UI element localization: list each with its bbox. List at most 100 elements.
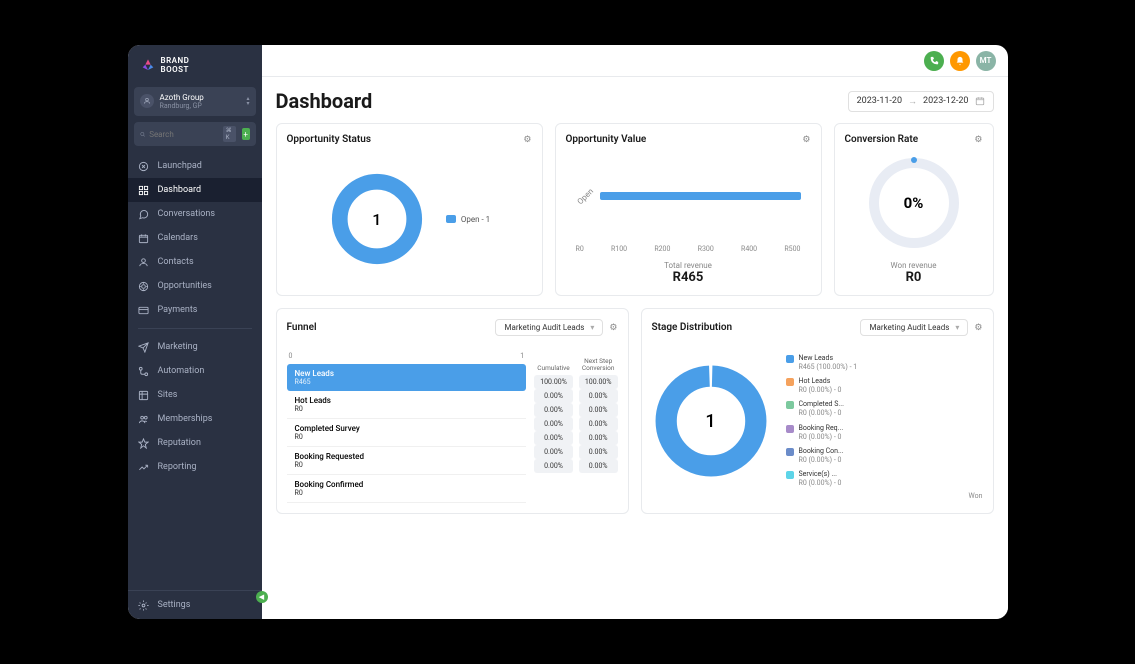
- nav-label: Reputation: [158, 438, 201, 448]
- legend-swatch: [786, 425, 794, 433]
- nav-item-launchpad[interactable]: Launchpad: [128, 154, 262, 178]
- card-title: Funnel: [287, 322, 317, 333]
- org-switcher[interactable]: Azoth Group Randburg, GP ▴▾: [134, 87, 256, 117]
- user-avatar[interactable]: MT: [976, 51, 996, 71]
- funnel-stage[interactable]: Booking RequestedR0: [287, 447, 527, 475]
- nav-item-contacts[interactable]: Contacts: [128, 250, 262, 274]
- grid-icon: [138, 184, 150, 196]
- stage-name: Booking Confirmed: [295, 480, 519, 489]
- chevron-down-icon: ▾: [955, 323, 959, 332]
- nav-item-memberships[interactable]: Memberships: [128, 407, 262, 431]
- footer-label: Won revenue: [845, 261, 983, 270]
- axis-tick: R300: [698, 245, 714, 253]
- nav-item-reputation[interactable]: Reputation: [128, 431, 262, 455]
- brand-logo[interactable]: BRANDBOOST: [128, 45, 262, 87]
- search-bar[interactable]: ⌘ K +: [134, 122, 256, 146]
- nav-item-conversations[interactable]: Conversations: [128, 202, 262, 226]
- stage-value: R0: [295, 461, 519, 469]
- nav-label: Reporting: [158, 462, 197, 472]
- nav-label: Conversations: [158, 209, 216, 219]
- nextstep-cell: 0.00%: [579, 389, 618, 403]
- legend-swatch: [786, 401, 794, 409]
- legend-swatch: [446, 215, 456, 223]
- nav-item-dashboard[interactable]: Dashboard: [128, 178, 262, 202]
- axis-tick: R200: [654, 245, 670, 253]
- nav-item-calendars[interactable]: Calendars: [128, 226, 262, 250]
- scale-min: 0: [289, 352, 293, 360]
- stage-name: Completed Survey: [295, 424, 519, 433]
- cumulative-cell: 0.00%: [534, 445, 573, 459]
- stage-distribution-card: Stage Distribution Marketing Audit Leads…: [641, 308, 994, 514]
- funnel-stage[interactable]: Hot LeadsR0: [287, 391, 527, 419]
- nav-item-reporting[interactable]: Reporting: [128, 455, 262, 479]
- sidebar: BRANDBOOST Azoth Group Randburg, GP ▴▾ ⌘…: [128, 45, 262, 619]
- legend-swatch: [786, 378, 794, 386]
- bar-track: [600, 192, 800, 200]
- legend-name: Service(s) ...: [799, 470, 842, 479]
- nav-label: Memberships: [158, 414, 213, 424]
- main: MT Dashboard 2023-11-20 → 2023-12-20 Opp…: [262, 45, 1008, 619]
- nextstep-cell: 0.00%: [579, 403, 618, 417]
- nav-item-automation[interactable]: Automation: [128, 359, 262, 383]
- search-icon: [140, 130, 146, 139]
- opportunity-value-bar: Open: [566, 153, 811, 239]
- page-header: Dashboard 2023-11-20 → 2023-12-20: [276, 89, 994, 113]
- gear-icon: [138, 599, 150, 611]
- nav-item-sites[interactable]: Sites: [128, 383, 262, 407]
- card-title: Opportunity Value: [566, 134, 647, 145]
- col-head-nextstep: Next Step Conversion: [579, 352, 618, 372]
- legend-sub: R0 (0.00%) - 0: [799, 456, 844, 465]
- won-label: Won: [652, 492, 983, 500]
- funnel-stage[interactable]: New LeadsR465: [287, 364, 527, 391]
- funnel-stage[interactable]: Completed SurveyR0: [287, 419, 527, 447]
- legend-swatch: [786, 448, 794, 456]
- nav-item-payments[interactable]: Payments: [128, 298, 262, 322]
- bar-axis: R0R100R200R300R400R500: [566, 239, 811, 253]
- search-input[interactable]: [149, 130, 219, 139]
- stage-value: R0: [295, 433, 519, 441]
- legend-name: New Leads: [799, 354, 858, 363]
- detail-row: Funnel Marketing Audit Leads ▾ ⚙: [276, 308, 994, 514]
- stage-name: New Leads: [295, 369, 519, 378]
- nextstep-cell: 0.00%: [579, 445, 618, 459]
- settings-link[interactable]: Settings: [128, 590, 262, 619]
- notifications-button[interactable]: [950, 51, 970, 71]
- card-options-icon[interactable]: ⚙: [609, 323, 617, 333]
- nav-item-opportunities[interactable]: Opportunities: [128, 274, 262, 298]
- stage-value: R0: [295, 489, 519, 497]
- card-options-icon[interactable]: ⚙: [974, 135, 982, 145]
- nextstep-cell: 0.00%: [579, 431, 618, 445]
- chevron-updown-icon: ▴▾: [246, 96, 249, 106]
- card-options-icon[interactable]: ⚙: [974, 323, 982, 333]
- legend-sub: R0 (0.00%) - 0: [799, 409, 844, 418]
- cumulative-cell: 0.00%: [534, 459, 573, 473]
- stage-dropdown[interactable]: Marketing Audit Leads ▾: [860, 319, 968, 336]
- org-name: Azoth Group: [160, 93, 204, 103]
- axis-tick: R400: [741, 245, 757, 253]
- chevron-down-icon: ▾: [590, 323, 594, 332]
- add-button[interactable]: +: [242, 128, 250, 140]
- card-options-icon[interactable]: ⚙: [802, 135, 810, 145]
- axis-tick: R100: [611, 245, 627, 253]
- donut-value: 1: [328, 170, 426, 268]
- card-icon: [138, 304, 150, 316]
- date-range-picker[interactable]: 2023-11-20 → 2023-12-20: [848, 91, 994, 112]
- nav-label: Marketing: [158, 342, 198, 352]
- nav-item-marketing[interactable]: Marketing: [128, 335, 262, 359]
- legend-swatch: [786, 471, 794, 479]
- nextstep-cell: 0.00%: [579, 417, 618, 431]
- collapse-sidebar-button[interactable]: ◀: [256, 591, 268, 603]
- cumulative-cell: 100.00%: [534, 375, 573, 389]
- compass-icon: [138, 160, 150, 172]
- opportunity-value-card: Opportunity Value ⚙ Open R0R100R200R300R…: [555, 123, 822, 296]
- card-title: Opportunity Status: [287, 134, 372, 145]
- legend-name: Booking Req...: [799, 424, 844, 433]
- card-options-icon[interactable]: ⚙: [523, 135, 531, 145]
- funnel-stage[interactable]: Booking ConfirmedR0: [287, 475, 527, 503]
- nav-label: Sites: [158, 390, 178, 400]
- funnel-dropdown[interactable]: Marketing Audit Leads ▾: [495, 319, 603, 336]
- phone-button[interactable]: [924, 51, 944, 71]
- nav-label: Opportunities: [158, 281, 212, 291]
- legend-sub: R0 (0.00%) - 0: [799, 386, 842, 395]
- logo-text: BRANDBOOST: [161, 57, 190, 75]
